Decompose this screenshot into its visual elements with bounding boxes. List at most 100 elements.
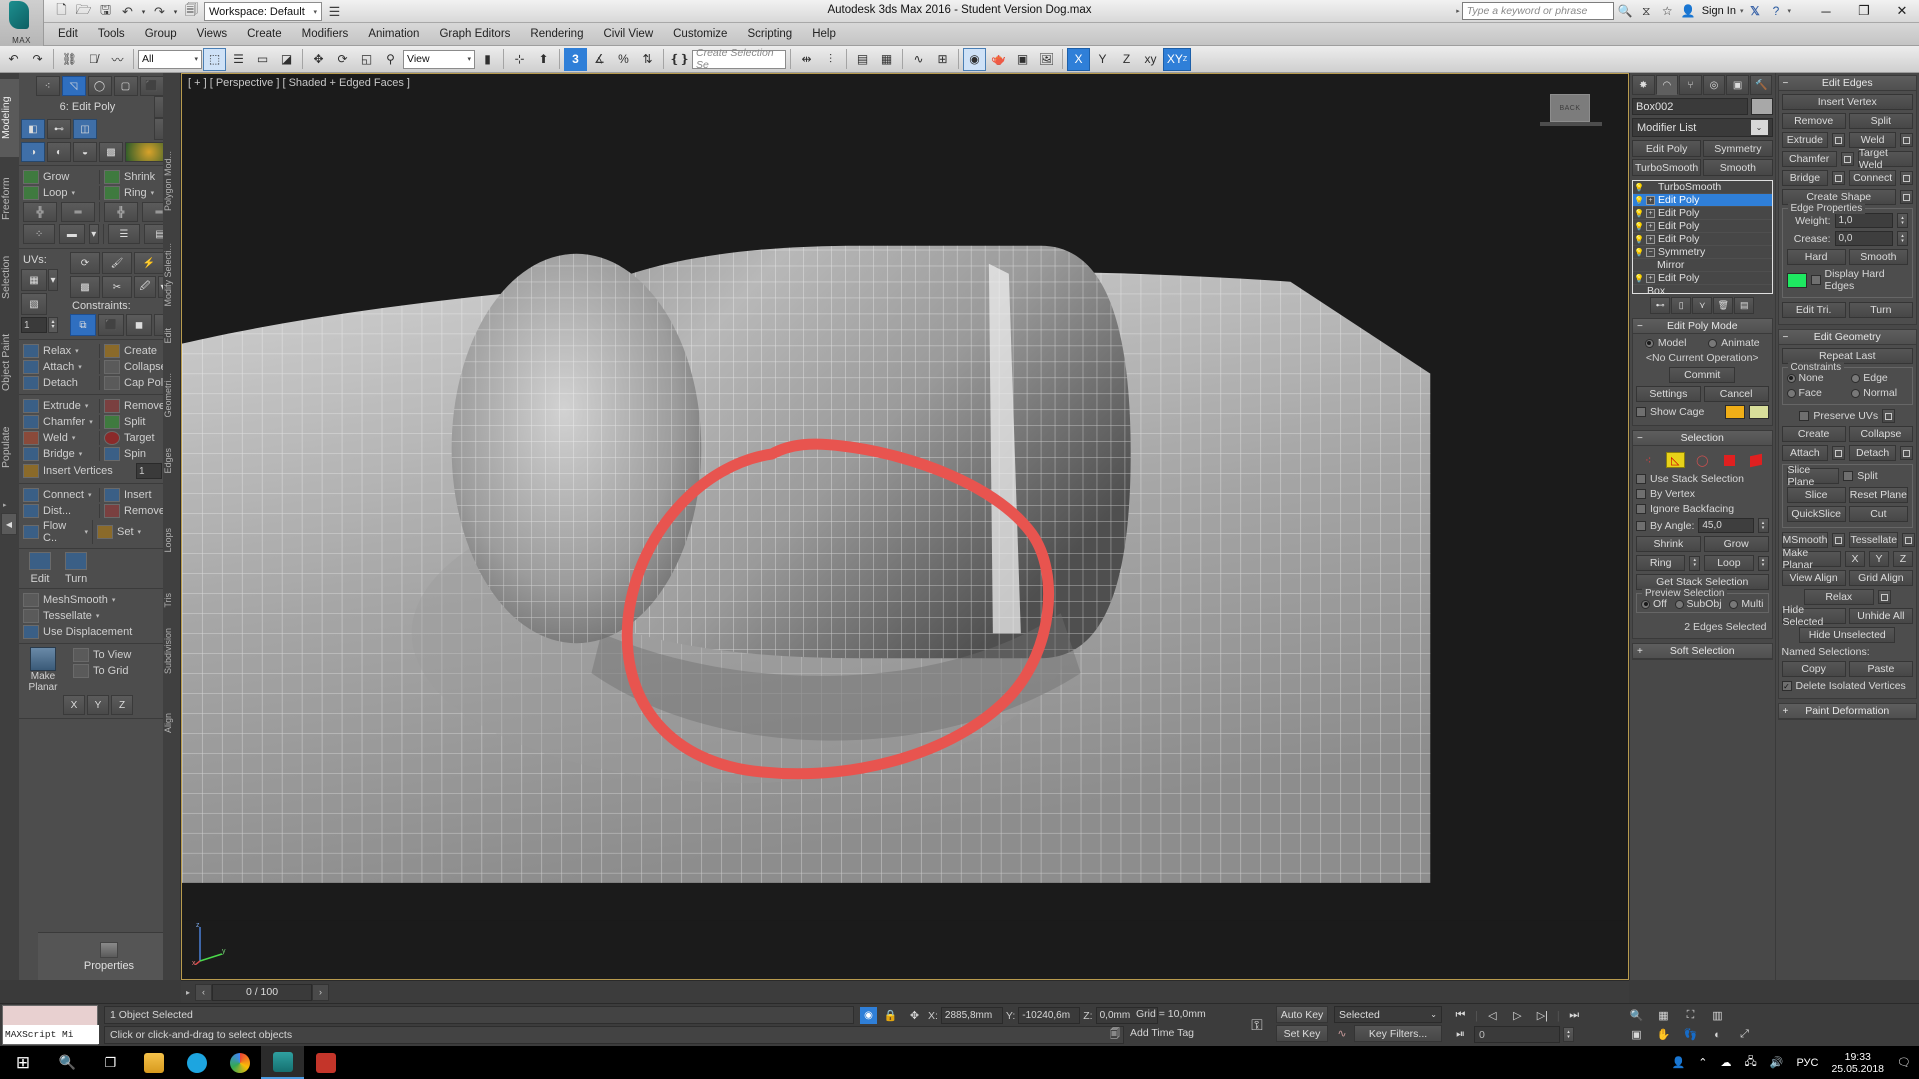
notification-icon[interactable]: 🗨 <box>1897 1056 1911 1069</box>
preserve-uvs-checkbox[interactable] <box>1799 411 1809 421</box>
lightbulb-icon[interactable]: 💡 <box>1635 247 1643 257</box>
play-animation-icon[interactable]: ▷ <box>1507 1006 1528 1025</box>
skype-icon[interactable] <box>175 1046 218 1079</box>
chevron-down-icon[interactable]: ▾ <box>78 363 82 371</box>
make-planar-z-button[interactable]: Z <box>1893 551 1913 567</box>
select-link-icon[interactable]: ⛓ <box>58 48 81 71</box>
stack-item[interactable]: 💡 + Edit Poly <box>1633 272 1772 285</box>
start-icon[interactable]: ⊞ <box>0 1046 46 1079</box>
stack-item[interactable]: 💡 − Symmetry <box>1633 246 1772 259</box>
modifier-list-dropdown[interactable]: Modifier List ⌄ <box>1632 118 1773 137</box>
constraint-normal-radio[interactable]: Normal <box>1851 387 1897 399</box>
edit-tri-button[interactable]: Edit Tri. <box>1782 302 1846 318</box>
quickslice-button[interactable]: QuickSlice <box>1787 506 1846 522</box>
selection-filter-combo[interactable]: All ▾ <box>138 50 202 69</box>
redo-toolbar-icon[interactable]: ↷ <box>26 48 49 71</box>
weld-settings-icon[interactable] <box>1900 133 1913 147</box>
current-frame-field[interactable]: 0 / 100 <box>212 984 312 1001</box>
subtab-polygon-modeling[interactable]: Polygon Mod... <box>163 151 181 211</box>
stack-item[interactable]: 💡 TurboSmooth <box>1633 181 1772 194</box>
make-planar-x-button[interactable]: X <box>1845 551 1865 567</box>
loop-mode-icon[interactable]: ▬ <box>59 224 84 244</box>
xview-x-icon[interactable]: X <box>1067 48 1090 71</box>
align-z-button[interactable]: Z <box>111 695 133 715</box>
loop-spinner[interactable]: ▴▾ <box>1758 556 1769 571</box>
lightbulb-icon[interactable]: 💡 <box>1635 182 1643 192</box>
clock[interactable]: 19:33 25.05.2018 <box>1831 1051 1884 1075</box>
paint-uv-icon[interactable]: 🖉 <box>134 276 156 298</box>
current-frame-input[interactable]: 0 <box>1474 1026 1560 1043</box>
pin-stack-icon[interactable]: ⊷ <box>1650 297 1670 314</box>
key-filters-button[interactable]: Key Filters... <box>1354 1025 1442 1042</box>
layer-manager-icon[interactable]: ▤ <box>851 48 874 71</box>
y-coordinate-input[interactable]: -10240,6m <box>1018 1007 1080 1024</box>
dot-loop-icon[interactable]: ⁘ <box>23 224 55 244</box>
ribbon-tab-selection[interactable]: Selection <box>0 241 19 313</box>
collapse-button[interactable]: Collapse <box>1849 426 1913 442</box>
edit-poly-mode-header[interactable]: − Edit Poly Mode <box>1633 319 1772 334</box>
paint-soft-sel-icon[interactable]: ◐ <box>47 142 71 162</box>
by-vertex-row[interactable]: By Vertex <box>1636 488 1769 500</box>
selection-header[interactable]: − Selection <box>1633 431 1772 446</box>
angle-snap-icon[interactable]: ∡ <box>588 48 611 71</box>
select-and-place-icon[interactable]: ⚲ <box>379 48 402 71</box>
commit-button[interactable]: Commit <box>1669 367 1735 383</box>
signin-dropdown-icon[interactable]: ▾ <box>1740 7 1744 15</box>
modify-tab-icon[interactable]: ◠ <box>1656 75 1679 95</box>
ignore-backfacing-row[interactable]: Ignore Backfacing <box>1636 503 1769 515</box>
scene-explorer-icon[interactable]: ▦ <box>875 48 898 71</box>
chevron-down-icon[interactable]: ▾ <box>96 612 100 620</box>
window-crossing-icon[interactable]: ◪ <box>275 48 298 71</box>
schematic-view-icon[interactable]: ⊞ <box>931 48 954 71</box>
expand-icon[interactable]: + <box>1646 196 1655 205</box>
menu-modifiers[interactable]: Modifiers <box>292 26 359 42</box>
chevron-down-icon[interactable]: ▾ <box>75 347 79 355</box>
attach-button[interactable]: Attach <box>1782 445 1829 461</box>
next-frame-icon[interactable]: ▷| <box>1532 1006 1553 1025</box>
menu-tools[interactable]: Tools <box>88 26 135 42</box>
render-setup-icon[interactable]: 🫖 <box>987 48 1010 71</box>
snaps-toggle-3d-icon[interactable]: 3 <box>564 48 587 71</box>
ribbon-collapse-caret-icon[interactable]: ▸ <box>3 501 7 509</box>
search-icon[interactable]: 🔍 <box>1616 2 1635 20</box>
use-displacement-button[interactable]: Use Displacement <box>23 625 176 639</box>
hard-edge-color-swatch[interactable] <box>1787 273 1807 288</box>
volume-icon[interactable]: 🔊 <box>1770 1056 1784 1069</box>
menu-scripting[interactable]: Scripting <box>737 26 802 42</box>
xview-xyz-icon[interactable]: XYZ <box>1163 48 1191 71</box>
selection-region-icon[interactable]: ▭ <box>251 48 274 71</box>
target-weld-button[interactable]: Target Weld <box>1858 151 1913 167</box>
help-dropdown-icon[interactable]: ▾ <box>1787 7 1791 15</box>
uv-grid-icon[interactable]: ▩ <box>70 276 100 298</box>
grid-align-button[interactable]: Grid Align <box>1849 570 1913 586</box>
zoom-extents-all-icon[interactable]: ▥ <box>1707 1006 1728 1025</box>
uvs-more-icon[interactable]: ▾ <box>48 269 58 291</box>
maxscript-mini-listener[interactable]: MAXScript Mi <box>2 1005 98 1045</box>
relax-button[interactable]: Relax <box>1804 589 1874 605</box>
rendered-frame-icon[interactable]: ▣ <box>1011 48 1034 71</box>
chevron-down-icon[interactable]: ▾ <box>138 528 142 536</box>
menu-animation[interactable]: Animation <box>358 26 429 42</box>
chevron-down-icon[interactable]: ▾ <box>112 596 116 604</box>
edge-icon[interactable]: ◹ <box>62 76 86 96</box>
exchange-app-icon[interactable]: 𝕏 <box>1745 2 1764 20</box>
display-hard-edges-checkbox[interactable] <box>1811 275 1821 285</box>
hard-button[interactable]: Hard <box>1787 249 1846 265</box>
infocenter-expand-icon[interactable]: ▸ <box>1456 7 1460 15</box>
delete-isolated-vertices-checkbox[interactable]: ✓ <box>1782 681 1792 691</box>
xview-y-icon[interactable]: Y <box>1091 48 1114 71</box>
attach-settings-icon[interactable] <box>1832 446 1845 460</box>
modifier-button-symmetry[interactable]: Symmetry <box>1703 140 1772 157</box>
by-angle-input[interactable]: 45,0 <box>1698 518 1753 533</box>
model-radio[interactable]: Model <box>1645 337 1687 349</box>
weight-spinner[interactable]: ▴▾ <box>1897 213 1908 228</box>
lightbulb-icon[interactable]: 💡 <box>1635 208 1643 218</box>
maxscript-label[interactable]: MAXScript Mi <box>3 1025 99 1044</box>
tessellate-settings-icon[interactable] <box>1902 533 1915 547</box>
uv-count-input[interactable]: 1 <box>21 317 47 333</box>
set-key-button[interactable]: Set Key <box>1276 1025 1328 1042</box>
ring-button[interactable]: Ring <box>1636 555 1685 571</box>
remove-button[interactable]: Remove <box>1782 113 1846 129</box>
dist-button[interactable]: Dist... <box>23 504 95 518</box>
time-slider-handle-icon[interactable]: ▸ <box>181 988 195 997</box>
